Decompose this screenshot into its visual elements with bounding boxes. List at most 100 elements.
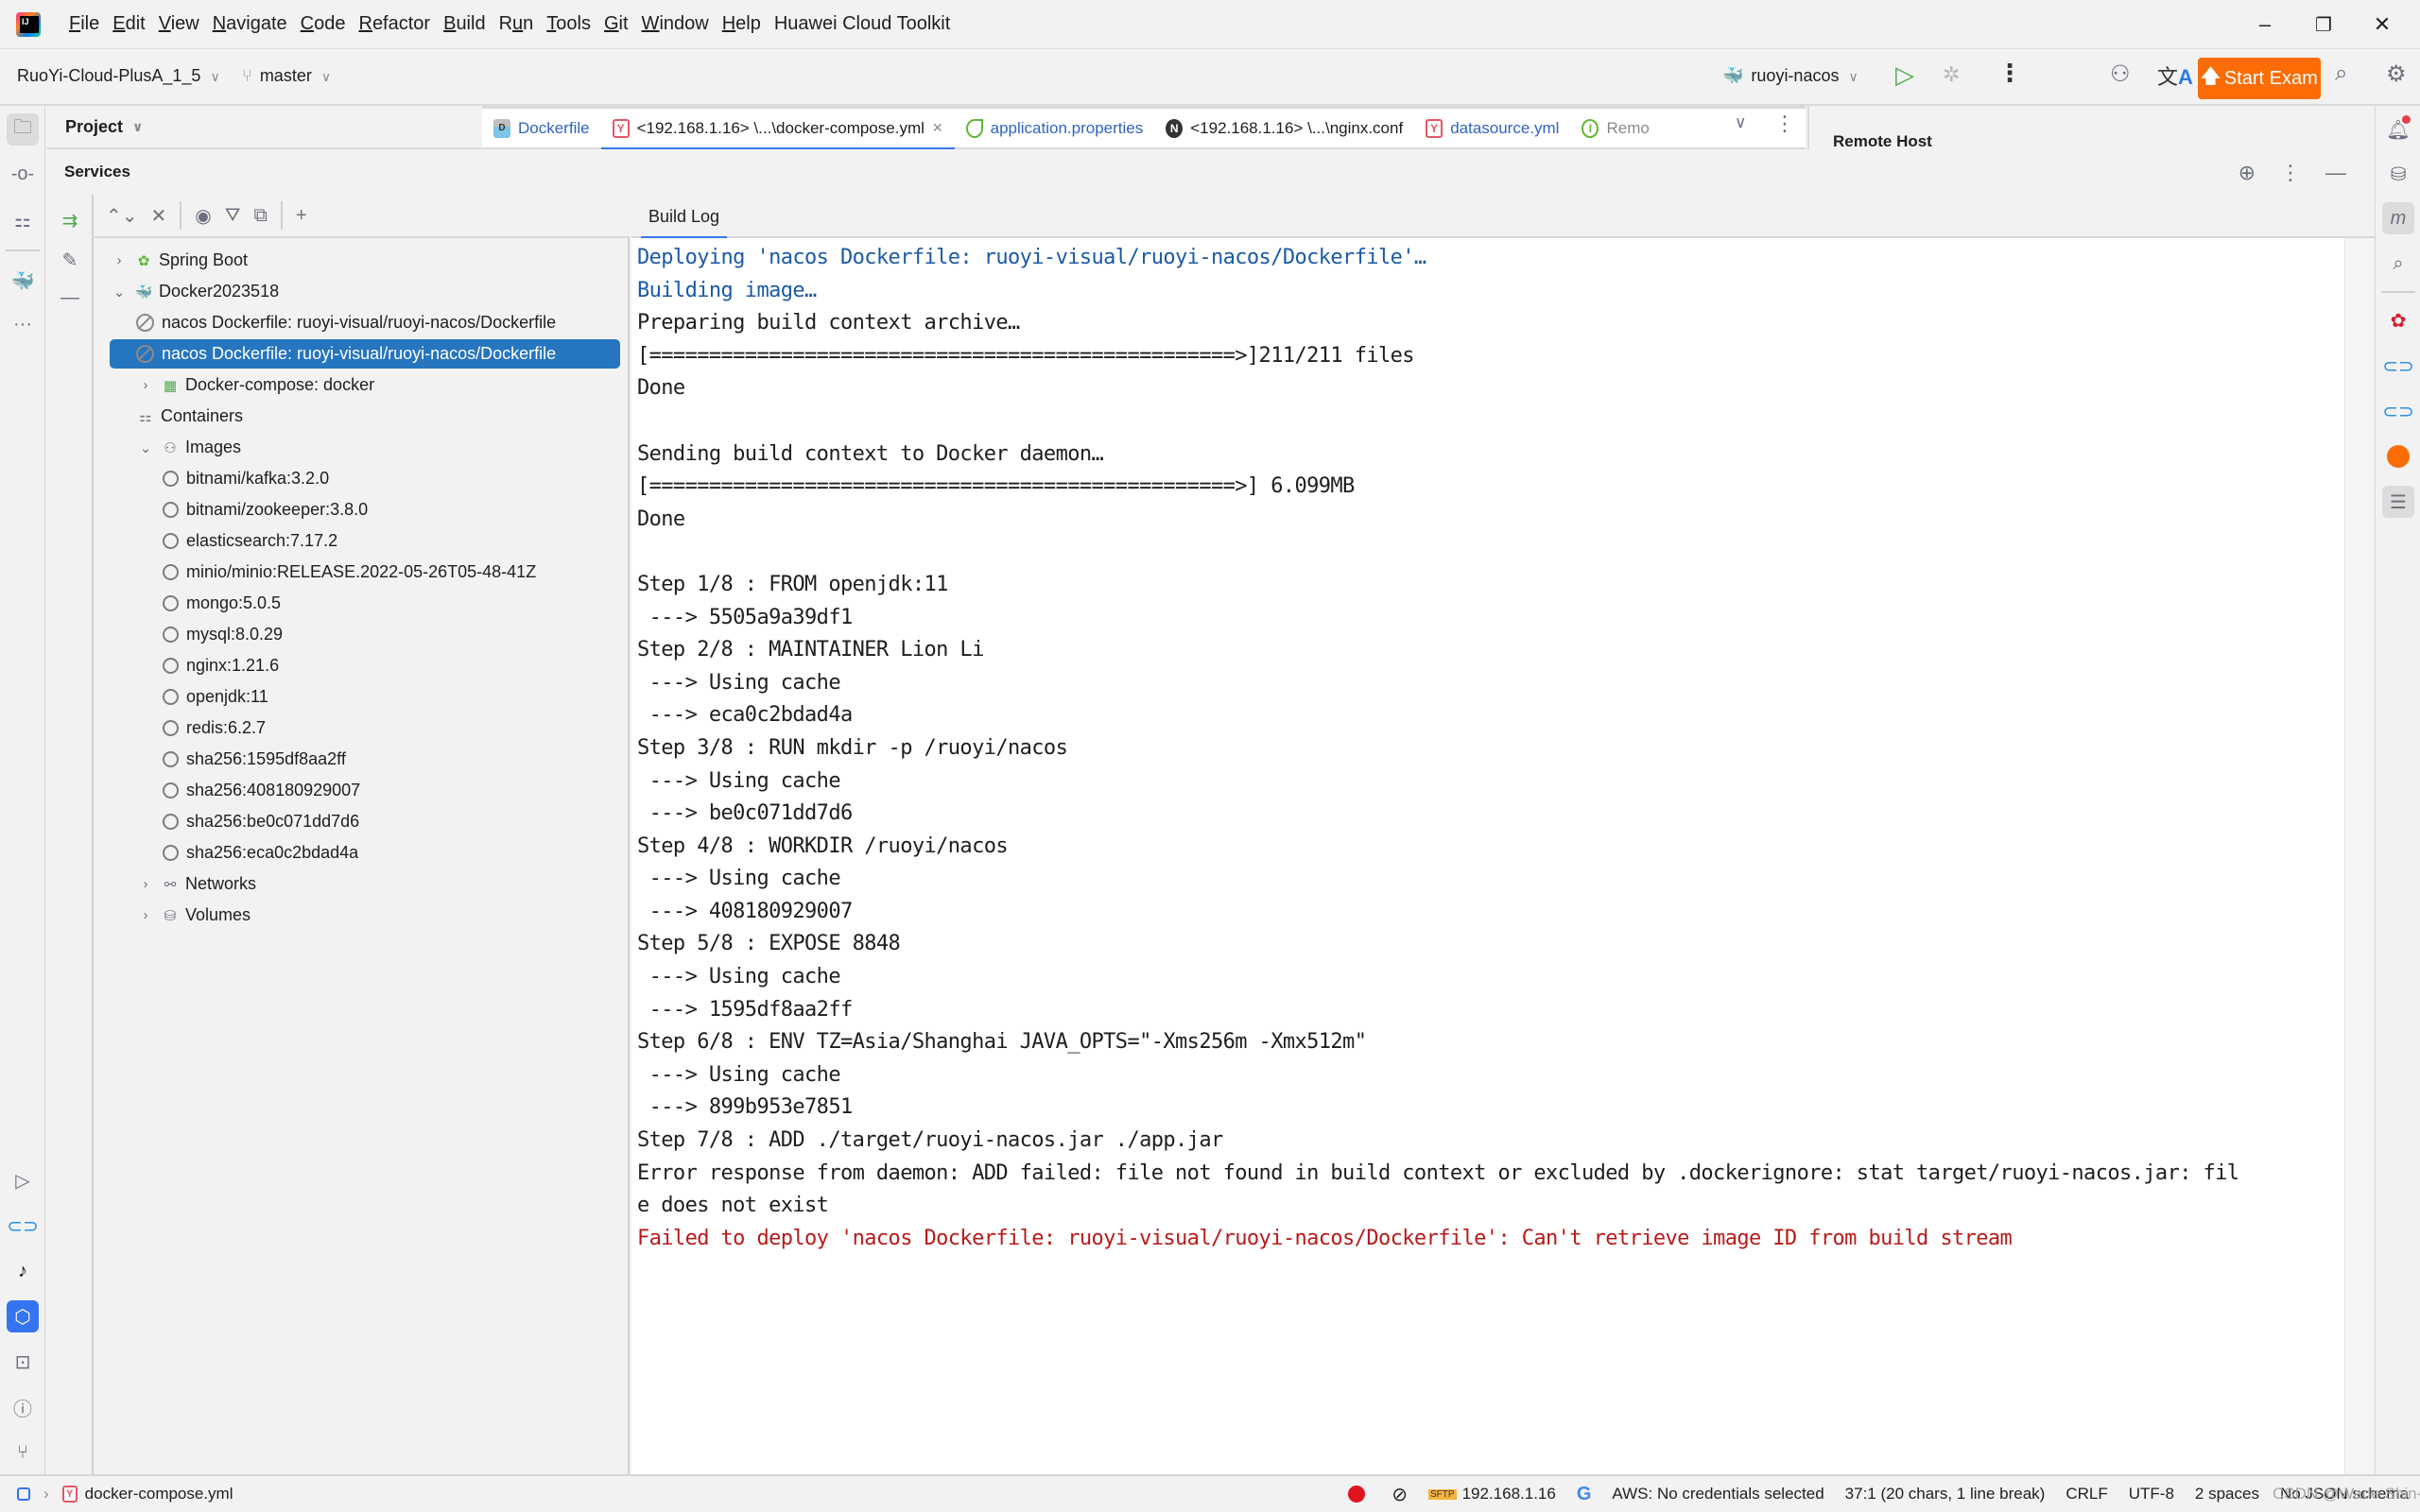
- menu-git[interactable]: Git: [604, 13, 629, 35]
- menu-file[interactable]: File: [69, 13, 99, 35]
- tree-item[interactable]: ⌄ ⚇ Images: [110, 433, 620, 462]
- tree-item[interactable]: bitnami/zookeeper:3.8.0: [110, 495, 620, 524]
- tree-item[interactable]: nacos Dockerfile: ruoyi-visual/ruoyi-nac…: [110, 339, 620, 369]
- tree-item[interactable]: minio/minio:RELEASE.2022-05-26T05-48-41Z: [110, 558, 620, 587]
- git-tool-button[interactable]: ⑂: [7, 1436, 39, 1469]
- tree-item[interactable]: ⌄ 🐳 Docker2023518: [110, 277, 620, 306]
- tree-item[interactable]: sha256:eca0c2bdad4a: [110, 838, 620, 868]
- translate-button[interactable]: 文A: [2157, 60, 2193, 91]
- menu-tools[interactable]: Tools: [546, 13, 591, 35]
- chevron-right-icon[interactable]: ›: [110, 252, 129, 268]
- filter-icon[interactable]: ⛛: [225, 205, 241, 227]
- settings-button[interactable]: ⚙: [2386, 60, 2407, 88]
- indent-setting[interactable]: 2 spaces: [2195, 1485, 2259, 1503]
- tree-item[interactable]: ⚏ Containers: [110, 402, 620, 431]
- google-icon[interactable]: G: [1577, 1484, 1592, 1505]
- tree-item[interactable]: › ⚯ Networks: [110, 869, 620, 899]
- menu-build[interactable]: Build: [443, 13, 485, 35]
- tree-item[interactable]: sha256:1595df8aa2ff: [110, 745, 620, 774]
- docker-tool-button[interactable]: 🐳: [7, 265, 39, 297]
- debug-button[interactable]: ✲: [1943, 62, 1960, 87]
- cursor-position[interactable]: 37:1 (20 chars, 1 line break): [1845, 1485, 2046, 1503]
- breadcrumb-file[interactable]: docker-compose.yml: [85, 1485, 233, 1503]
- aws-credentials[interactable]: AWS: No credentials selected: [1612, 1485, 1824, 1503]
- tree-item[interactable]: redis:6.2.7: [110, 713, 620, 743]
- menu-window[interactable]: Window: [642, 13, 709, 35]
- maven-tool-button[interactable]: m: [2382, 202, 2414, 234]
- more-tools-button[interactable]: ···: [7, 308, 39, 340]
- menu-huawei-cloud-toolkit[interactable]: Huawei Cloud Toolkit: [774, 13, 950, 35]
- sftp-host[interactable]: 192.168.1.16: [1462, 1485, 1556, 1503]
- more-actions-button[interactable]: ⋮: [1997, 59, 2022, 88]
- add-user-button[interactable]: ⚇: [2110, 60, 2131, 88]
- tree-item[interactable]: › ▦ Docker-compose: docker: [110, 370, 620, 400]
- chevron-down-icon[interactable]: ⌄: [136, 439, 155, 456]
- line-ending[interactable]: CRLF: [2066, 1485, 2107, 1503]
- ai-assistant-button[interactable]: [2382, 440, 2414, 472]
- log-scrollbar[interactable]: [2344, 238, 2373, 1474]
- locate-icon[interactable]: ⊕: [2238, 161, 2256, 185]
- hide-panel-icon[interactable]: —: [2325, 161, 2346, 185]
- cloud-toolkit-button-2[interactable]: ⊂⊃: [2382, 395, 2414, 427]
- database-tool-button[interactable]: ⛁: [2382, 158, 2414, 190]
- editor-tab[interactable]: D Dockerfile: [482, 108, 601, 148]
- collapse-all-icon[interactable]: ✕: [151, 204, 167, 228]
- start-exam-button[interactable]: 🡅 Start Exam: [2198, 58, 2321, 99]
- tree-item[interactable]: openjdk:11: [110, 682, 620, 712]
- cloud-toolkit-button-1[interactable]: ⊂⊃: [2382, 350, 2414, 382]
- project-panel-header[interactable]: Project ∨: [46, 106, 481, 149]
- tree-item[interactable]: › ✿ Spring Boot: [110, 246, 620, 275]
- editor-tab[interactable]: Ydatasource.yml: [1414, 108, 1570, 148]
- code-review-button[interactable]: ⌕: [2382, 248, 2414, 280]
- chevron-right-icon[interactable]: ›: [136, 377, 155, 393]
- tabs-more-button[interactable]: ⋮: [1774, 112, 1795, 136]
- chevron-right-icon[interactable]: ›: [136, 907, 155, 923]
- editor-tab[interactable]: application.properties: [955, 108, 1155, 148]
- notifications-button[interactable]: 🔔︎: [2382, 113, 2414, 146]
- remote-host-tool-button[interactable]: ☰: [2382, 486, 2414, 518]
- tiktok-plugin-button[interactable]: ♪: [7, 1255, 39, 1287]
- menu-code[interactable]: Code: [301, 13, 346, 35]
- run-tool-button[interactable]: ▷: [7, 1164, 39, 1196]
- editor-tab[interactable]: Y <192.168.1.16> \...\docker-compose.yml ✕: [600, 108, 955, 150]
- chevron-right-icon[interactable]: ›: [136, 876, 155, 892]
- json-schema-widget[interactable]: No JSON schema CSDN @Wade Shin-lih: [2273, 1485, 2420, 1503]
- chevron-down-icon[interactable]: ⌄: [110, 284, 129, 301]
- add-service-icon[interactable]: +: [296, 205, 307, 227]
- terminal-tool-button[interactable]: ⊡: [7, 1346, 39, 1378]
- tree-item[interactable]: mysql:8.0.29: [110, 620, 620, 649]
- services-tool-button[interactable]: ⬡: [7, 1300, 39, 1332]
- close-window-button[interactable]: ✕: [2354, 0, 2411, 49]
- expand-all-icon[interactable]: ⌃⌄: [106, 204, 138, 228]
- minimize-button[interactable]: –: [2237, 0, 2293, 49]
- commit-tool-button[interactable]: -o-: [7, 158, 39, 190]
- project-selector[interactable]: RuoYi-Cloud-PlusA_1_5 ∨: [17, 66, 220, 86]
- more-vertical-icon[interactable]: ⋮: [2280, 161, 2301, 185]
- tree-item[interactable]: sha256:be0c071dd7d6: [110, 807, 620, 836]
- restore-button[interactable]: ❐: [2295, 0, 2352, 49]
- build-log-console[interactable]: Deploying 'nacos Dockerfile: ruoyi-visua…: [631, 238, 2373, 1474]
- problems-tool-button[interactable]: ⓘ: [7, 1391, 39, 1423]
- no-sync-icon[interactable]: ⊘: [1392, 1483, 1408, 1506]
- recording-indicator-icon[interactable]: [1348, 1486, 1366, 1503]
- tab-build-log[interactable]: Build Log: [641, 195, 728, 240]
- new-tab-icon[interactable]: ⧉: [254, 205, 268, 227]
- menu-run[interactable]: Run: [499, 13, 534, 35]
- tree-item[interactable]: nginx:1.21.6: [110, 651, 620, 680]
- eye-icon[interactable]: ◉: [195, 204, 211, 228]
- tree-item[interactable]: sha256:408180929007: [110, 776, 620, 805]
- tree-item[interactable]: › ⛁ Volumes: [110, 901, 620, 930]
- menu-edit[interactable]: Edit: [112, 13, 145, 35]
- project-root-icon[interactable]: [17, 1487, 30, 1501]
- menu-navigate[interactable]: Navigate: [213, 13, 287, 35]
- tree-item[interactable]: elasticsearch:7.17.2: [110, 526, 620, 556]
- stop-button[interactable]: —: [58, 285, 82, 310]
- deploy-button[interactable]: ⇉: [58, 208, 82, 232]
- menu-help[interactable]: Help: [722, 13, 761, 35]
- search-button[interactable]: ⌕: [2335, 60, 2347, 87]
- close-tab-icon[interactable]: ✕: [932, 120, 943, 136]
- project-tool-button[interactable]: 🗀: [7, 113, 39, 146]
- menu-refactor[interactable]: Refactor: [358, 13, 430, 35]
- cloud-toolkit-button[interactable]: ⊂⊃: [7, 1210, 39, 1242]
- run-config-selector[interactable]: 🐳 ruoyi-nacos ∨: [1722, 66, 1858, 86]
